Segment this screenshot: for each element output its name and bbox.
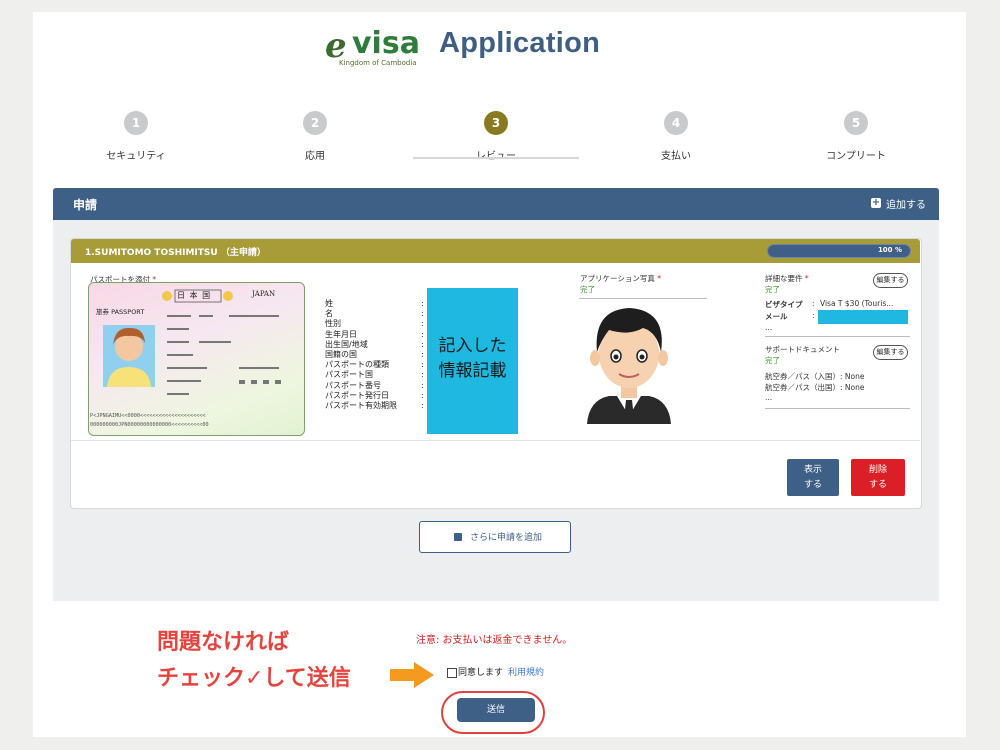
- colon: :: [421, 309, 424, 319]
- step-5-label: コンプリート: [826, 151, 886, 162]
- panel-header: [53, 188, 939, 220]
- evisa-logo-text: visa: [352, 26, 420, 61]
- panel-title: 申請: [73, 198, 98, 212]
- view-button-line1: 表示: [803, 465, 822, 475]
- view-button[interactable]: 表示 する: [787, 459, 839, 496]
- delete-button[interactable]: 削除 する: [851, 459, 905, 496]
- refund-note: 注意: お支払いは返金できません。: [416, 635, 573, 646]
- add-application-link[interactable]: 追加する: [886, 196, 926, 211]
- photo-label-text: アプリケーション写真: [580, 274, 655, 283]
- ticket-exit: 航空券／パス（出国）: None: [765, 383, 865, 392]
- field-sex: 性別: [325, 319, 341, 329]
- colon: :: [421, 401, 424, 411]
- colon: :: [421, 380, 424, 390]
- delete-button-line1: 削除: [868, 465, 887, 475]
- colon: :: [421, 329, 424, 339]
- details-label: 詳細な要件 *: [765, 273, 809, 284]
- step-3-circle: 3: [484, 111, 508, 135]
- ticket-entry: 航空券／パス（入国）: None: [765, 372, 865, 381]
- colon-column: : : : : : : : : : : :: [421, 299, 424, 411]
- plus-square-icon[interactable]: +: [871, 198, 881, 208]
- step-2-circle: 2: [303, 111, 327, 135]
- field-surname: 姓: [325, 299, 333, 308]
- colon: :: [421, 299, 424, 308]
- field-birth-country: 出生国/地域: [325, 339, 368, 349]
- card-divider: [71, 440, 920, 441]
- passport-mrz-line1: P<JPNGAIMU<<0000<<<<<<<<<<<<<<<<<<<<<: [90, 413, 206, 419]
- redaction-note-line2: 情報記載: [438, 361, 507, 381]
- support-divider: [765, 408, 910, 409]
- passport-field-list: 姓 名 性別 生年月日 出生国/地域 国籍の国 パスポートの種類 パスポート国 …: [325, 299, 397, 411]
- annotation-line2: チェック✓して送信: [157, 666, 351, 691]
- annotation-line1: 問題なければ: [157, 630, 290, 655]
- colon: :: [421, 390, 424, 400]
- mail-redaction: [818, 310, 908, 324]
- field-nationality: 国籍の国: [325, 350, 357, 360]
- passport-country: JAPAN: [252, 290, 276, 298]
- step-2-label: 応用: [305, 151, 325, 162]
- mail-label: メール: [765, 312, 788, 321]
- mail-colon: :: [812, 311, 815, 320]
- edit-details-button[interactable]: 編集する: [873, 273, 908, 288]
- step-1-circle: 1: [124, 111, 148, 135]
- applicant-photo[interactable]: [579, 300, 679, 424]
- arrow-right-icon: [390, 662, 434, 688]
- page-title: Application: [439, 27, 601, 59]
- field-given-name: 名: [325, 309, 333, 319]
- photo-status: 完了: [580, 285, 595, 294]
- applicant-name: 1.SUMITOMO TOSHIMITSU （主申請）: [85, 248, 266, 258]
- agree-checkbox[interactable]: [447, 668, 457, 678]
- photo-divider: [579, 298, 707, 299]
- submit-button[interactable]: 送信: [457, 698, 535, 722]
- terms-link[interactable]: 利用規約: [508, 665, 544, 678]
- details-divider: [765, 336, 910, 337]
- field-passport-type: パスポートの種類: [325, 360, 389, 370]
- edit-support-docs-button[interactable]: 編集する: [873, 345, 908, 360]
- colon: :: [421, 350, 424, 360]
- passport-mrz-line2: 000000000JPN00000000000000<<<<<<<<<<00: [90, 422, 209, 428]
- progress-text: 100 %: [877, 246, 902, 254]
- passport-type: 旅券 PASSPORT: [96, 308, 145, 316]
- passport-jp-title: 日 本 国: [177, 291, 212, 300]
- visa-type-value: Visa T $30 (Touris...: [820, 299, 894, 308]
- redaction-note-line1: 記入した: [438, 336, 507, 356]
- visa-type-label: ビザタイプ: [765, 300, 803, 309]
- field-birthdate: 生年月日: [325, 329, 357, 339]
- colon: :: [421, 370, 424, 380]
- details-ellipsis: ...: [765, 323, 773, 332]
- step-4-label: 支払い: [661, 151, 691, 162]
- step-5-circle: 5: [844, 111, 868, 135]
- applicant-photo-illustration: [587, 308, 671, 424]
- details-label-text: 詳細な要件: [765, 274, 803, 283]
- photo-label: アプリケーション写真 *: [580, 273, 661, 284]
- step-3-label: レビュー: [446, 147, 546, 162]
- logo-subtitle: Kingdom of Cambodia: [339, 59, 417, 67]
- field-passport-country: パスポート国: [325, 370, 373, 380]
- support-docs-status: 完了: [765, 356, 780, 365]
- support-docs-label: サポートドキュメント: [765, 345, 840, 354]
- colon: :: [421, 360, 424, 370]
- plus-square-icon: [454, 533, 462, 541]
- required-mark: *: [657, 274, 661, 283]
- delete-button-line2: する: [868, 480, 887, 490]
- active-step-underline: [413, 157, 579, 159]
- step-4-circle: 4: [664, 111, 688, 135]
- colon: :: [421, 319, 424, 329]
- required-mark: *: [804, 274, 809, 283]
- redaction-note: 記入した 情報記載: [427, 334, 518, 384]
- step-1-label: セキュリティ: [106, 151, 166, 162]
- details-status: 完了: [765, 285, 780, 294]
- support-ellipsis: ...: [765, 393, 773, 402]
- add-more-application-label: さらに申請を追加: [470, 533, 543, 543]
- field-passport-number: パスポート番号: [325, 380, 381, 390]
- agree-label: 同意します: [458, 668, 504, 678]
- view-button-line2: する: [803, 480, 822, 490]
- colon: :: [421, 339, 424, 349]
- field-passport-issue-date: パスポート発行日: [325, 390, 389, 400]
- visa-type-colon: :: [812, 299, 815, 308]
- field-passport-expiry: パスポート有効期限: [325, 401, 397, 411]
